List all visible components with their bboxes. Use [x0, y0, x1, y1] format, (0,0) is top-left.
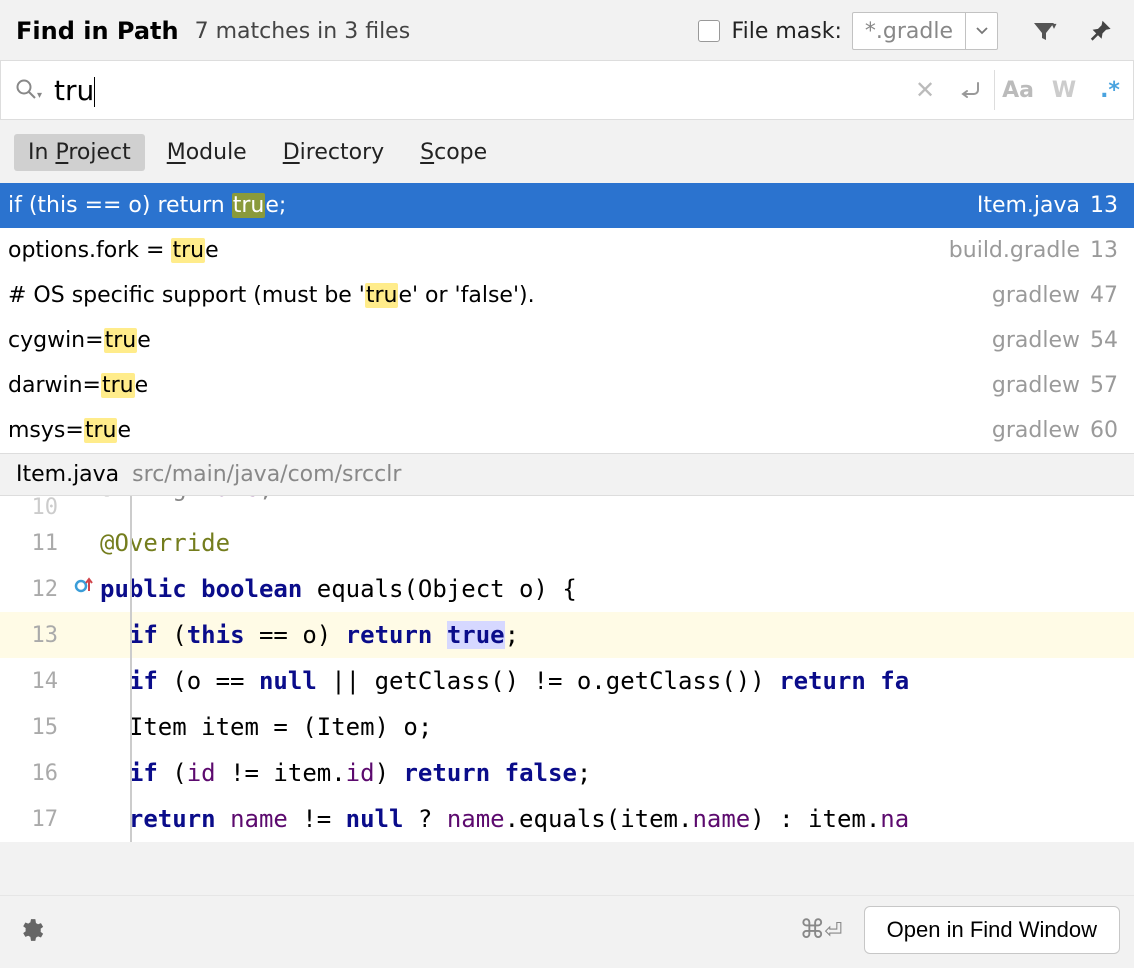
- file-mask-label: File mask:: [732, 19, 842, 44]
- match-case-toggle[interactable]: Aa: [995, 61, 1041, 119]
- words-toggle[interactable]: W: [1041, 61, 1087, 119]
- pin-icon[interactable]: [1084, 14, 1118, 48]
- tab-module[interactable]: Module: [153, 134, 261, 171]
- regex-toggle[interactable]: .*: [1087, 61, 1133, 119]
- file-mask-checkbox[interactable]: [698, 20, 720, 42]
- code-line[interactable]: 17 return name != null ? name.equals(ite…: [0, 796, 1134, 842]
- code-line[interactable]: 14 if (o == null || getClass() != o.getC…: [0, 658, 1134, 704]
- code-preview[interactable]: 10String name;11@Override12public boolea…: [0, 496, 1134, 842]
- result-location: gradlew 47: [992, 283, 1118, 308]
- result-location: build.gradle 13: [949, 238, 1118, 263]
- preview-path: src/main/java/com/srcclr: [132, 462, 401, 487]
- line-number: 12: [0, 577, 100, 602]
- tab-directory[interactable]: Directory: [269, 134, 398, 171]
- result-text: options.fork = true: [8, 238, 219, 263]
- scope-tabs: In Project Module Directory Scope: [0, 120, 1134, 183]
- code-content: public boolean equals(Object o) {: [100, 575, 577, 603]
- override-marker-icon[interactable]: [74, 576, 94, 602]
- result-text: cygwin=true: [8, 328, 151, 353]
- line-number: 16: [0, 761, 100, 786]
- result-location: gradlew 57: [992, 373, 1118, 398]
- result-row[interactable]: darwin=true gradlew 57: [0, 363, 1134, 408]
- result-row[interactable]: options.fork = true build.gradle 13: [0, 228, 1134, 273]
- code-line[interactable]: 13 if (this == o) return true;: [0, 612, 1134, 658]
- result-location: gradlew 54: [992, 328, 1118, 353]
- preview-header: Item.java src/main/java/com/srcclr: [0, 453, 1134, 496]
- clear-icon[interactable]: ✕: [902, 61, 948, 119]
- dialog-header: Find in Path 7 matches in 3 files File m…: [0, 0, 1134, 60]
- code-line[interactable]: 16 if (id != item.id) return false;: [0, 750, 1134, 796]
- result-row[interactable]: if (this == o) return true; Item.java 13: [0, 183, 1134, 228]
- code-content: Item item = (Item) o;: [100, 713, 432, 741]
- filter-icon[interactable]: ▾: [1030, 14, 1064, 48]
- tab-in-project[interactable]: In Project: [14, 134, 145, 171]
- code-content: if (this == o) return true;: [100, 621, 519, 649]
- open-in-find-window-button[interactable]: Open in Find Window: [864, 906, 1120, 954]
- result-text: if (this == o) return true;: [8, 193, 286, 218]
- file-mask-value: *.gradle: [853, 19, 965, 44]
- line-number: 11: [0, 531, 100, 556]
- line-number: 14: [0, 669, 100, 694]
- code-line[interactable]: 12public boolean equals(Object o) {: [0, 566, 1134, 612]
- search-bar: ▾ tru ✕ Aa W .*: [0, 60, 1134, 120]
- dialog-footer: ⌘⏎ Open in Find Window: [0, 895, 1134, 968]
- result-text: # OS specific support (must be 'true' or…: [8, 283, 535, 308]
- search-query-display: tru: [44, 74, 94, 107]
- newline-icon[interactable]: [948, 61, 994, 119]
- result-row[interactable]: cygwin=true gradlew 54: [0, 318, 1134, 363]
- result-location: Item.java 13: [977, 193, 1118, 218]
- code-line[interactable]: 15 Item item = (Item) o;: [0, 704, 1134, 750]
- line-number: 13: [0, 623, 100, 648]
- indent-guide: [130, 496, 132, 842]
- result-text: darwin=true: [8, 373, 148, 398]
- line-number: 17: [0, 807, 100, 832]
- gear-icon[interactable]: [14, 913, 48, 947]
- result-text: msys=true: [8, 418, 131, 443]
- preview-file: Item.java: [16, 462, 119, 487]
- result-location: gradlew 60: [992, 418, 1118, 443]
- result-row[interactable]: # OS specific support (must be 'true' or…: [0, 273, 1134, 318]
- match-count: 7 matches in 3 files: [195, 19, 688, 44]
- line-number: 15: [0, 715, 100, 740]
- code-content: @Override: [100, 529, 230, 557]
- chevron-down-icon[interactable]: [965, 13, 997, 49]
- result-row[interactable]: msys=true gradlew 60: [0, 408, 1134, 453]
- shortcut-hint: ⌘⏎: [799, 915, 841, 945]
- code-line[interactable]: 11@Override: [0, 520, 1134, 566]
- results-list: if (this == o) return true; Item.java 13 o…: [0, 183, 1134, 453]
- dialog-title: Find in Path: [16, 17, 179, 45]
- search-icon[interactable]: ▾: [15, 78, 44, 102]
- file-mask-select[interactable]: *.gradle: [852, 12, 998, 50]
- code-content: if (id != item.id) return false;: [100, 759, 591, 787]
- code-content: if (o == null || getClass() != o.getClas…: [100, 667, 909, 695]
- code-content: return name != null ? name.equals(item.n…: [100, 805, 909, 833]
- tab-scope[interactable]: Scope: [406, 134, 501, 171]
